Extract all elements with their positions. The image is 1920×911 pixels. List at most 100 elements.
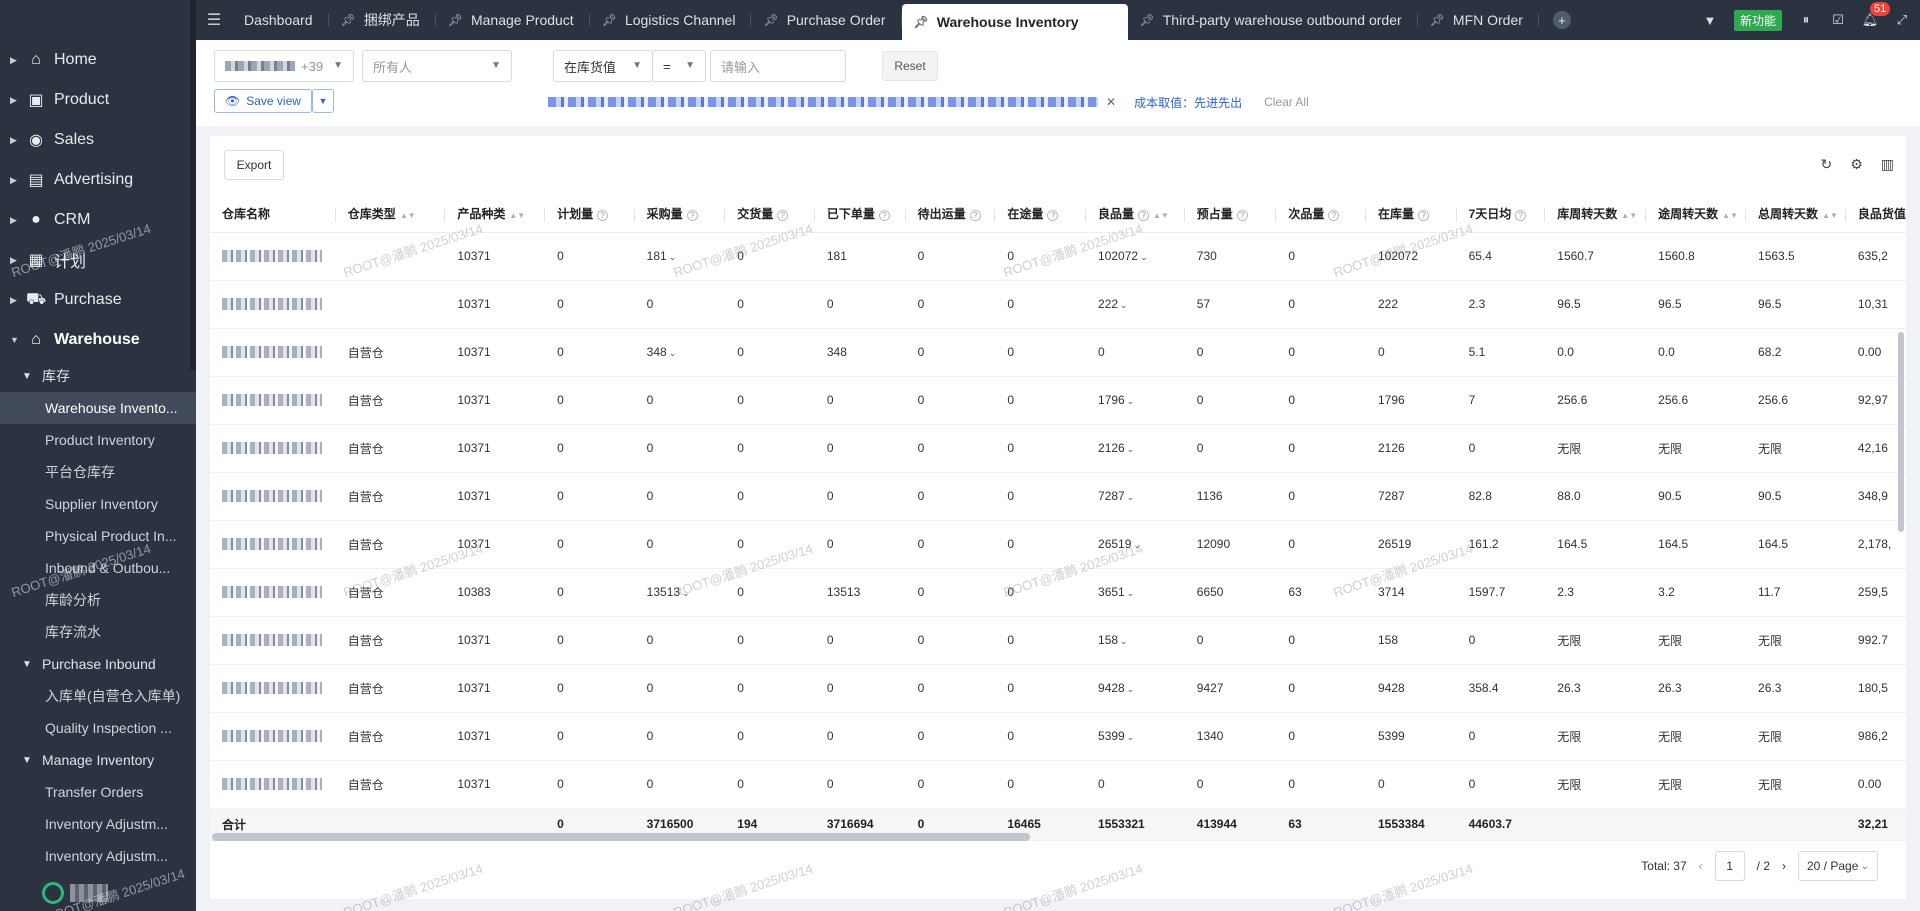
warehouse-name-cell[interactable]: [210, 376, 336, 425]
sort-icon[interactable]: ▲▼: [509, 211, 525, 220]
chevron-down-icon[interactable]: ⌄: [1120, 300, 1128, 310]
column-header[interactable]: 次品量?: [1276, 196, 1366, 233]
column-header[interactable]: 预占量?: [1184, 196, 1277, 233]
help-icon[interactable]: ?: [597, 210, 609, 222]
sidebar-leaf[interactable]: Supplier Inventory: [0, 488, 196, 520]
table-row[interactable]: 自营仓 10371 0 0 0 0 0 0 1796 ⌄ 0 0 1796 7 256.6 256.6 256.…: [210, 376, 1906, 425]
column-header[interactable]: 库周转天数 ▲▼: [1545, 196, 1647, 233]
column-header[interactable]: 良品货值: [1845, 196, 1906, 233]
column-header[interactable]: 交货量?: [725, 196, 815, 233]
chevron-down-icon[interactable]: ⌄: [1133, 540, 1141, 550]
warehouse-name-cell[interactable]: [210, 520, 336, 569]
tab-2[interactable]: 📌︎ Manage Product: [436, 0, 590, 40]
sort-icon[interactable]: ▲▼: [1153, 211, 1169, 220]
scroll-thumb[interactable]: [212, 833, 1030, 841]
sidebar-leaf[interactable]: 入库单(自营仓入库单): [0, 680, 196, 712]
sidebar-group-manage-inventory[interactable]: ▼ Manage Inventory: [0, 744, 196, 776]
tab-1[interactable]: 📌︎ 捆绑产品: [329, 0, 436, 40]
sidebar-leaf[interactable]: 平台仓库存: [0, 456, 196, 488]
sort-icon[interactable]: ▲▼: [1621, 211, 1637, 220]
scroll-thumb[interactable]: [1898, 332, 1904, 532]
user-name-redacted[interactable]: [70, 884, 108, 902]
table-row[interactable]: 自营仓 10371 0 0 0 0 0 0 158 ⌄ 0 0 158 0 无限 无限 无限 992.7: [210, 616, 1906, 665]
sidebar-item-1[interactable]: ▶ ▣ Product: [0, 80, 196, 120]
export-button[interactable]: Export: [224, 150, 284, 180]
tab-6[interactable]: 📌︎ Third-party warehouse outbound order: [1128, 0, 1418, 40]
help-icon[interactable]: ?: [878, 210, 890, 222]
column-header[interactable]: 待出运量?: [905, 196, 996, 233]
save-view-dropdown[interactable]: ▼: [312, 89, 334, 113]
warehouse-name-cell[interactable]: [210, 328, 336, 377]
metric-select[interactable]: 在库货值 ▼: [553, 50, 653, 82]
sidebar-leaf[interactable]: Transfer Orders: [0, 776, 196, 808]
chevron-down-icon[interactable]: ⌄: [1127, 444, 1135, 454]
table-row[interactable]: 自营仓 10371 0 0 0 0 0 0 2126 ⌄ 0 0 2126 0 无限 无限 无限 42,16: [210, 424, 1906, 473]
sort-icon[interactable]: ▲▼: [1822, 211, 1838, 220]
chevron-down-icon[interactable]: ⌄: [1127, 684, 1135, 694]
table-row[interactable]: 自营仓 10371 0 0 0 0 0 0 7287 ⌄ 1136 0 7287 82.8 88.0 90.5…: [210, 472, 1906, 521]
sidebar-item-6[interactable]: ▶ ⛟ Purchase: [0, 280, 196, 320]
tab-0[interactable]: Dashboard: [232, 0, 329, 40]
pin-icon[interactable]: 📌︎: [1430, 13, 1445, 27]
next-page-icon[interactable]: ›: [1782, 859, 1786, 873]
chevron-down-icon[interactable]: ⌄: [1127, 588, 1135, 598]
help-icon[interactable]: ?: [777, 210, 789, 222]
chevron-down-icon[interactable]: ⌄: [1120, 636, 1128, 646]
owner-select[interactable]: 所有人 ▼: [362, 50, 512, 82]
chevron-down-icon[interactable]: ⌄: [669, 252, 677, 262]
sidebar-leaf[interactable]: Inbound & Outbou...: [0, 552, 196, 584]
column-header[interactable]: 7天日均?: [1456, 196, 1546, 233]
close-icon[interactable]: ✕: [1106, 95, 1116, 109]
sidebar-item-3[interactable]: ▶ ▤ Advertising: [0, 160, 196, 200]
sidebar-leaf[interactable]: Physical Product In...: [0, 520, 196, 552]
page-input[interactable]: 1: [1714, 851, 1745, 881]
pin-icon[interactable]: 📌︎: [341, 13, 356, 27]
chevron-down-icon[interactable]: ⌄: [682, 588, 690, 598]
sort-icon[interactable]: ▲▼: [1722, 211, 1738, 220]
help-icon[interactable]: ?: [1138, 210, 1150, 222]
value-input[interactable]: 请输入: [710, 50, 846, 82]
warehouse-name-cell[interactable]: [210, 232, 336, 281]
column-header[interactable]: 在库量?: [1365, 196, 1457, 233]
tab-3[interactable]: 📌︎ Logistics Channel: [590, 0, 752, 40]
pin-icon[interactable]: 📌︎: [1140, 13, 1155, 27]
sidebar-leaf[interactable]: Quality Inspection ...: [0, 712, 196, 744]
reset-button[interactable]: Reset: [882, 51, 938, 81]
help-icon[interactable]: ?: [686, 210, 698, 222]
warehouse-name-cell[interactable]: [210, 616, 336, 665]
help-icon[interactable]: ?: [1515, 210, 1527, 222]
tab-4[interactable]: 📌︎ Purchase Order: [751, 0, 902, 40]
column-header[interactable]: 总周转天数 ▲▼: [1746, 196, 1846, 233]
tab-7[interactable]: 📌︎ MFN Order: [1418, 0, 1540, 40]
pin-icon[interactable]: 📌︎: [602, 13, 617, 27]
sidebar-item-5[interactable]: ▶ ▦ 计划: [0, 240, 196, 280]
pin-icon[interactable]: 📌︎: [914, 15, 929, 29]
pause-icon[interactable]: ⏸: [1798, 12, 1814, 28]
help-icon[interactable]: ?: [969, 210, 981, 222]
warehouse-name-cell[interactable]: [210, 760, 336, 809]
operator-select[interactable]: = ▼: [652, 50, 706, 82]
sidebar-item-4[interactable]: ▶ ● CRM: [0, 200, 196, 240]
pin-icon[interactable]: 📌︎: [763, 13, 778, 27]
column-header[interactable]: 良品量? ▲▼: [1086, 196, 1185, 233]
sidebar-leaf[interactable]: Warehouse Invento...: [0, 392, 196, 424]
sidebar-leaf[interactable]: 库存流水: [0, 616, 196, 648]
new-feature-badge[interactable]: 新功能: [1733, 9, 1782, 31]
warehouse-name-cell[interactable]: [210, 568, 336, 617]
column-header[interactable]: 仓库名称: [210, 196, 336, 233]
expand-icon[interactable]: ⤢: [1894, 12, 1910, 28]
column-header[interactable]: 计划量?: [545, 196, 635, 233]
column-header[interactable]: 途周转天数 ▲▼: [1646, 196, 1747, 233]
pin-icon[interactable]: 📌︎: [448, 13, 463, 27]
chevron-down-icon[interactable]: ⌄: [1127, 492, 1135, 502]
column-header[interactable]: 采购量?: [634, 196, 726, 233]
tab-dropdown-icon[interactable]: ▼: [1702, 12, 1718, 28]
sidebar-leaf[interactable]: Inventory Adjustm...: [0, 840, 196, 872]
help-icon[interactable]: ?: [1236, 210, 1248, 222]
table-row[interactable]: 自营仓 10371 0 0 0 0 0 0 5399 ⌄ 1340 0 5399 0 无限 无限 无限 986,2: [210, 712, 1906, 761]
warehouse-name-cell[interactable]: [210, 280, 336, 329]
help-icon[interactable]: ?: [1047, 210, 1059, 222]
help-icon[interactable]: ?: [1417, 210, 1429, 222]
clear-all-link[interactable]: Clear All: [1264, 95, 1309, 109]
table-row[interactable]: 自营仓 10371 0 0 0 0 0 0 9428 ⌄ 9427 0 9428 358.4 26.3 26.…: [210, 664, 1906, 713]
